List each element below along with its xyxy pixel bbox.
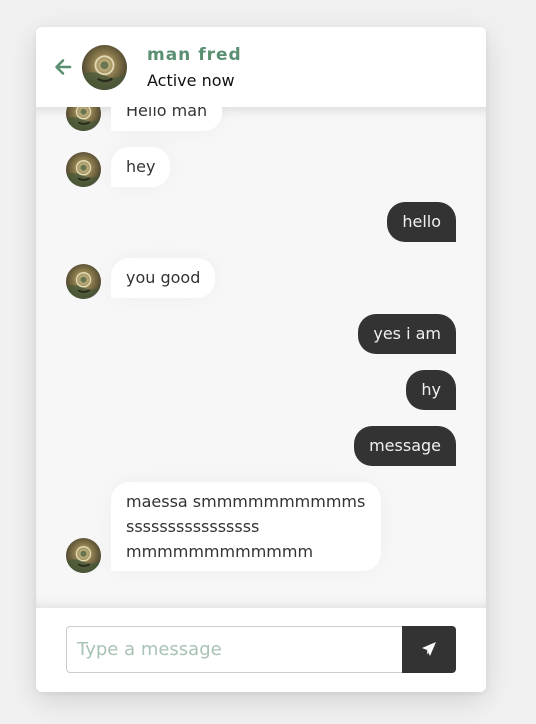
outgoing-message: message [354, 426, 456, 466]
outgoing-message: hello [387, 202, 456, 242]
message-composer [36, 608, 486, 692]
incoming-message: maessa smmmmmmmmmms ssssssssssssssss mmm… [111, 482, 381, 571]
incoming-message: hey [111, 147, 171, 187]
message-line: ssssssssssssssss [126, 517, 260, 536]
chat-window: man fred Active now Hello man hey hello … [36, 27, 486, 692]
outgoing-message: yes i am [358, 314, 456, 354]
message-line: mmmmmmmmmmmm [126, 542, 314, 561]
outgoing-message: hy [406, 370, 456, 410]
incoming-message: you good [111, 258, 216, 298]
chat-header: man fred Active now [36, 27, 486, 107]
message-line: maessa smmmmmmmmmms [126, 492, 366, 511]
send-button[interactable] [402, 626, 456, 673]
incoming-message: Hello man [111, 107, 223, 131]
message-avatar [66, 152, 101, 187]
message-avatar [66, 538, 101, 573]
contact-status: Active now [147, 71, 235, 90]
message-avatar [66, 107, 101, 131]
paper-plane-icon [422, 642, 436, 656]
contact-avatar [82, 45, 127, 90]
contact-name: man fred [147, 45, 242, 65]
message-input[interactable] [66, 626, 402, 673]
arrow-left-icon[interactable] [53, 57, 73, 77]
message-list[interactable]: Hello man hey hello you good yes i am hy… [36, 107, 486, 608]
message-avatar [66, 264, 101, 299]
